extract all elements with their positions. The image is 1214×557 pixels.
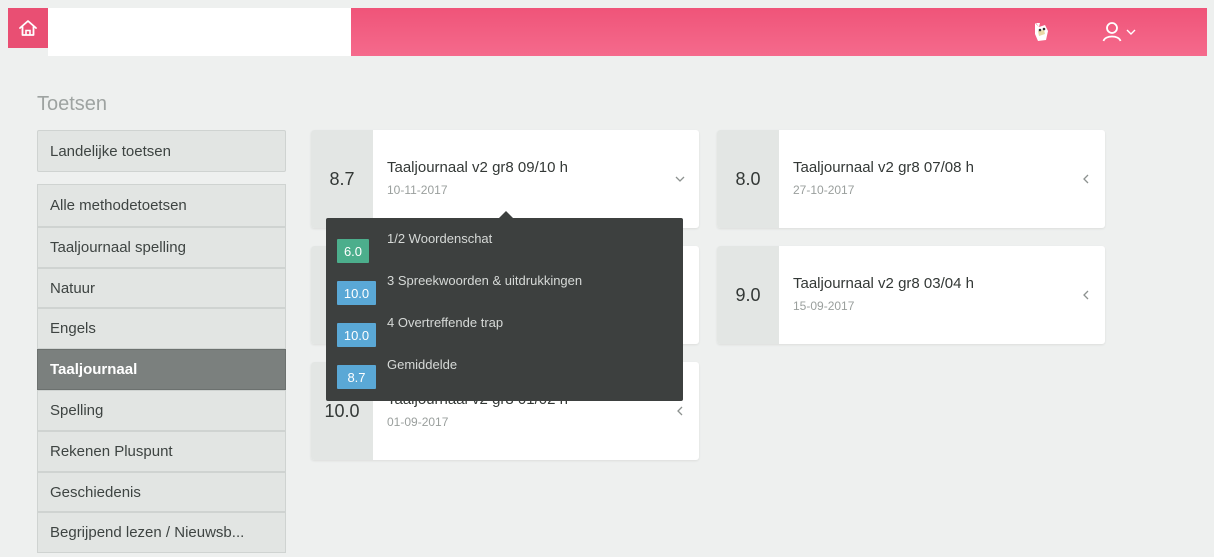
breakdown-label: Gemiddelde (387, 357, 458, 372)
user-icon (1102, 22, 1122, 42)
national-tests-button[interactable]: Landelijke toetsen (37, 130, 286, 172)
breakdown-score: 10.0 (337, 323, 376, 347)
score: 9.0 (717, 246, 779, 344)
breakdown-label: 3 Spreekwoorden & uitdrukkingen (387, 273, 583, 288)
test-date: 27-10-2017 (793, 183, 855, 197)
sidebar-item-engels[interactable]: Engels (37, 308, 286, 349)
breakdown-score: 10.0 (337, 281, 376, 305)
chevron-left-icon[interactable] (1079, 172, 1093, 186)
sidebar-item-rekenen-pluspunt[interactable]: Rekenen Pluspunt (37, 431, 286, 472)
sidebar-item-label: Engels (50, 320, 96, 337)
header-spacer (48, 8, 351, 56)
breakdown-score: 6.0 (337, 239, 369, 263)
sidebar-item-begrijpend-lezen[interactable]: Begrijpend lezen / Nieuwsb... (37, 512, 286, 553)
sidebar-item-label: Taaljournaal (50, 361, 138, 378)
top-bar (0, 0, 1214, 56)
test-date: 01-09-2017 (387, 415, 449, 429)
chevron-left-icon[interactable] (1079, 288, 1093, 302)
test-date: 15-09-2017 (793, 299, 855, 313)
test-title: Taaljournaal v2 gr8 07/08 h (793, 159, 974, 176)
score: 8.7 (311, 130, 373, 228)
breakdown-label: 4 Overtreffende trap (387, 315, 504, 330)
chevron-down-icon[interactable] (673, 172, 687, 186)
test-title: Taaljournaal v2 gr8 03/04 h (793, 275, 974, 292)
sidebar-item-label: Spelling (50, 402, 104, 419)
sidebar-item-label: Alle methodetoetsen (50, 197, 187, 214)
score-breakdown-tooltip: 6.0 1/2 Woordenschat 10.0 3 Spreekwoorde… (326, 218, 683, 401)
test-card[interactable]: 9.0 Taaljournaal v2 gr8 03/04 h 15-09-20… (717, 246, 1105, 344)
user-menu[interactable] (1102, 20, 1136, 44)
sidebar-item-label: Geschiedenis (50, 483, 141, 501)
sidebar-item-all-method-tests[interactable]: Alle methodetoetsen (37, 184, 286, 227)
sidebar-item-label: Taaljournaal spelling (50, 239, 186, 256)
sidebar-item-taaljournaal[interactable]: Taaljournaal (37, 349, 286, 390)
header-bar (351, 8, 1207, 56)
chevron-down-icon (1126, 29, 1136, 35)
sidebar-item-spelling[interactable]: Spelling (37, 390, 286, 431)
test-card[interactable]: 8.0 Taaljournaal v2 gr8 07/08 h 27-10-20… (717, 130, 1105, 228)
sidebar-item-geschiedenis[interactable]: Geschiedenis (37, 472, 286, 512)
sidebar-item-label: Rekenen Pluspunt (50, 443, 173, 460)
score: 8.0 (717, 130, 779, 228)
sidebar-item-label: Natuur (50, 279, 96, 297)
home-button[interactable] (8, 8, 48, 48)
test-title: Taaljournaal v2 gr8 09/10 h (387, 159, 568, 176)
home-icon (19, 20, 37, 36)
chevron-left-icon[interactable] (673, 404, 687, 418)
page-title: Toetsen (37, 93, 108, 115)
breakdown-score: 8.7 (337, 365, 376, 389)
test-date: 10-11-2017 (387, 183, 448, 197)
sidebar-item-label: Begrijpend lezen / Nieuwsb... (50, 524, 245, 541)
sidebar-item-taaljournaal-spelling[interactable]: Taaljournaal spelling (37, 227, 286, 268)
owl-icon[interactable] (1029, 20, 1053, 44)
sidebar-item-natuur[interactable]: Natuur (37, 268, 286, 308)
breakdown-label: 1/2 Woordenschat (387, 231, 493, 246)
national-tests-label: Landelijke toetsen (50, 142, 171, 160)
